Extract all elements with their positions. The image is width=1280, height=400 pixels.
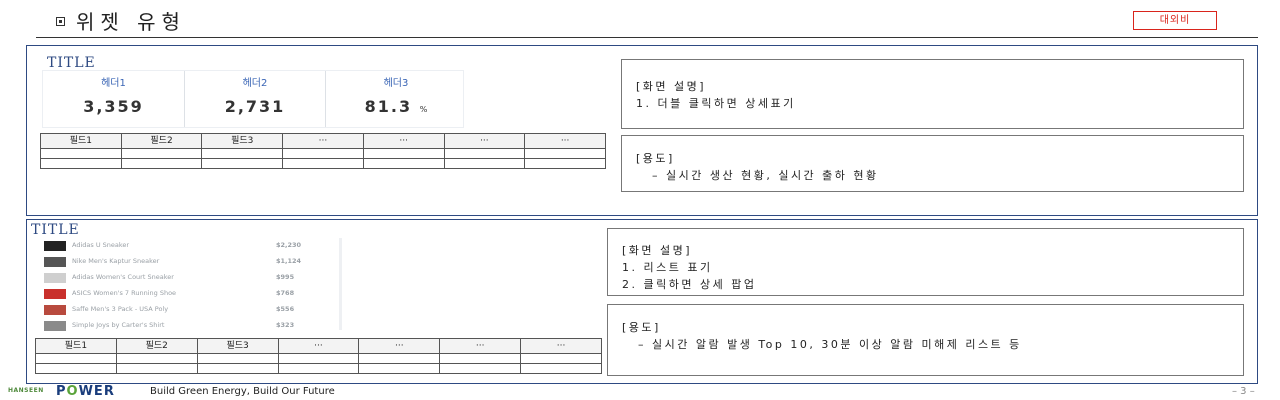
product-price: $995 <box>276 273 295 281</box>
page-header: 위젯 유형 <box>36 6 1258 36</box>
list-item[interactable]: Adidas U Sneaker $2,230 <box>42 238 342 254</box>
shirt-thumbnail <box>44 321 66 331</box>
column-header: 필드2 <box>115 338 198 354</box>
column-header: 필드1 <box>35 338 117 354</box>
product-price: $768 <box>276 289 295 297</box>
product-price: $1,124 <box>276 257 302 265</box>
header-divider <box>36 37 1258 38</box>
usage-heading: [용도] <box>636 152 675 165</box>
usage-box: [용도] – 실시간 생산 현황, 실시간 출하 현황 <box>621 135 1244 192</box>
list-widget-section: TITLE Adidas U Sneaker $2,230 Nike Men's… <box>26 219 1258 384</box>
confidential-badge: 대외비 <box>1133 11 1217 30</box>
column-header: 필드3 <box>196 338 279 354</box>
list-item[interactable]: Simple Joys by Carter's Shirt $323 <box>42 318 342 334</box>
product-price: $556 <box>276 305 295 313</box>
kpi-card[interactable]: 헤더2 2,731 <box>184 71 325 127</box>
column-header: ··· <box>443 133 526 149</box>
column-header: ··· <box>358 338 441 354</box>
black-sneaker-thumbnail <box>44 241 66 251</box>
widget-title: TITLE <box>47 55 96 71</box>
usage-heading: [용도] <box>622 321 661 334</box>
red-shoe-thumbnail <box>44 289 66 299</box>
company-logo: HANSEEN POWER <box>8 384 130 399</box>
list-item[interactable]: Saffe Men's 3 Pack - USA Poly $556 <box>42 302 342 318</box>
kpi-label: 헤더3 <box>383 78 409 89</box>
kpi-value: 81.3 % <box>364 97 428 116</box>
grey-sneaker-thumbnail <box>44 257 66 267</box>
white-sneaker-thumbnail <box>44 273 66 283</box>
kpi-label: 헤더2 <box>242 78 268 89</box>
column-header: ··· <box>520 338 602 354</box>
kpi-card[interactable]: 헤더3 81.3 % <box>325 71 466 127</box>
product-name: ASICS Women's 7 Running Shoe <box>72 289 177 297</box>
kpi-widget-section: TITLE 헤더1 3,359 헤더2 2,731 헤더3 81.3 % 필드1… <box>26 45 1258 216</box>
logo-wordmark: POWER <box>56 384 115 399</box>
list-scroll-edge <box>339 238 342 330</box>
product-list: Adidas U Sneaker $2,230 Nike Men's Kaptu… <box>42 238 342 332</box>
column-header: ··· <box>439 338 522 354</box>
list-item[interactable]: Nike Men's Kaptur Sneaker $1,124 <box>42 254 342 270</box>
product-price: $2,230 <box>276 241 302 249</box>
list-item[interactable]: Adidas Women's Court Sneaker $995 <box>42 270 342 286</box>
product-name: Adidas U Sneaker <box>72 241 130 249</box>
column-header: ··· <box>524 133 606 149</box>
product-name: Adidas Women's Court Sneaker <box>72 273 174 281</box>
product-name: Simple Joys by Carter's Shirt <box>72 321 165 329</box>
page-title: 위젯 유형 <box>76 10 186 34</box>
kpi-value: 3,359 <box>83 97 144 116</box>
kpi-label: 헤더1 <box>101 78 126 89</box>
data-table: 필드1 필드2 필드3 ··· ··· ··· ··· <box>40 133 606 169</box>
column-header: 필드2 <box>120 133 203 149</box>
usage-line: – 실시간 생산 현황, 실시간 출하 현황 <box>652 169 879 182</box>
widget-title: TITLE <box>31 222 80 238</box>
table-row[interactable] <box>40 148 606 159</box>
data-table: 필드1 필드2 필드3 ··· ··· ··· ··· <box>35 338 602 374</box>
table-header-row: 필드1 필드2 필드3 ··· ··· ··· ··· <box>35 338 602 354</box>
page-number: – 3 – <box>1232 386 1255 397</box>
column-header: 필드1 <box>40 133 122 149</box>
list-item[interactable]: ASICS Women's 7 Running Shoe $768 <box>42 286 342 302</box>
column-header: ··· <box>282 133 364 149</box>
product-name: Saffe Men's 3 Pack - USA Poly <box>72 305 169 313</box>
kpi-card-group[interactable]: 헤더1 3,359 헤더2 2,731 헤더3 81.3 % <box>42 70 464 128</box>
table-row[interactable] <box>35 363 602 374</box>
kpi-value: 2,731 <box>224 97 286 116</box>
product-price: $323 <box>276 321 295 329</box>
column-header: ··· <box>277 338 360 354</box>
footer-slogan: Build Green Energy, Build Our Future <box>150 386 335 397</box>
square-bullet-icon <box>56 17 65 26</box>
column-header: 필드3 <box>201 133 284 149</box>
screen-description-heading: [화면 설명] <box>636 80 707 93</box>
table-row[interactable] <box>35 353 602 364</box>
column-header: ··· <box>362 133 445 149</box>
product-name: Nike Men's Kaptur Sneaker <box>72 257 160 265</box>
usage-box: [용도] – 실시간 알람 발생 Top 10, 30분 이상 알람 미해제 리… <box>607 304 1244 376</box>
logo-small-text: HANSEEN <box>8 387 44 394</box>
screen-description-heading: [화면 설명] <box>622 244 693 257</box>
screen-description-line: 1. 리스트 표기 <box>622 261 713 274</box>
usage-line: – 실시간 알람 발생 Top 10, 30분 이상 알람 미해제 리스트 등 <box>638 338 1022 351</box>
table-row[interactable] <box>40 158 606 169</box>
red-pack-thumbnail <box>44 305 66 315</box>
screen-description-line: 2. 클릭하면 상세 팝업 <box>622 278 757 291</box>
screen-description-box: [화면 설명] 1. 더블 클릭하면 상세표기 <box>621 59 1244 129</box>
screen-description-box: [화면 설명] 1. 리스트 표기 2. 클릭하면 상세 팝업 <box>607 228 1244 296</box>
table-header-row: 필드1 필드2 필드3 ··· ··· ··· ··· <box>40 133 606 149</box>
kpi-card[interactable]: 헤더1 3,359 <box>43 71 184 127</box>
screen-description-line: 1. 더블 클릭하면 상세표기 <box>636 97 796 110</box>
